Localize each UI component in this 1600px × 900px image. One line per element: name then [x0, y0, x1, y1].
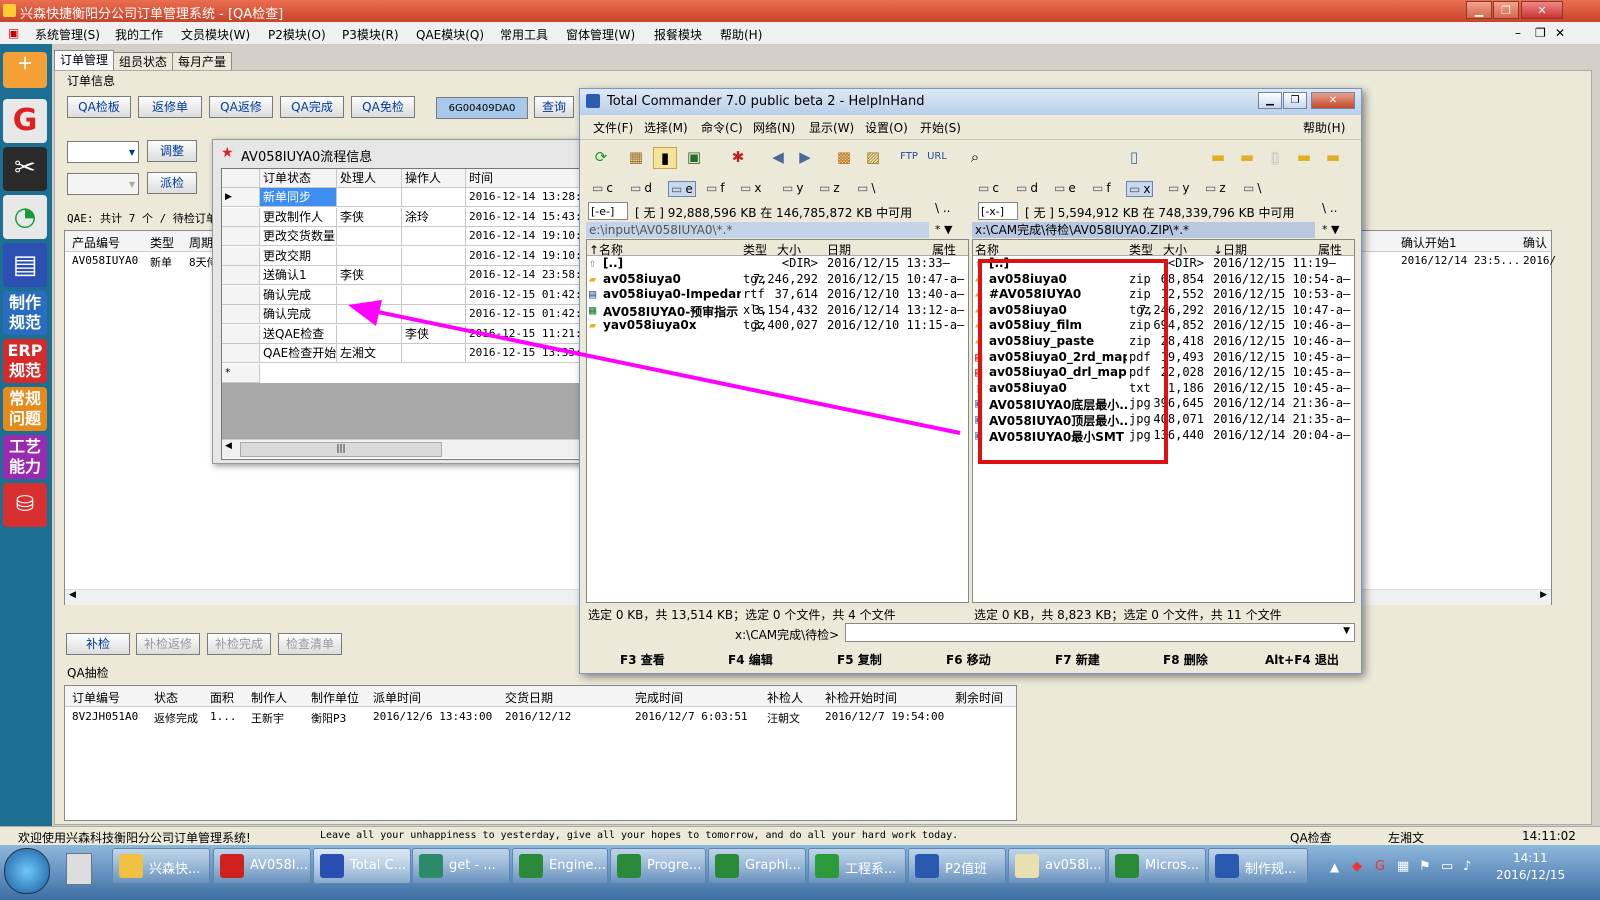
app-icon [815, 854, 839, 878]
taskbar-item[interactable]: Graphi... [708, 848, 806, 884]
taskbar-item[interactable]: 制作规... [1208, 848, 1308, 884]
taskbar-item-label: 制作规... [1245, 862, 1297, 877]
app-icon [1215, 854, 1239, 878]
tray-flag-icon[interactable]: ⚑ [1419, 859, 1431, 874]
app-icon [220, 854, 244, 878]
taskbar-item-label: AV058I... [250, 858, 308, 873]
clock-date[interactable]: 2016/12/15 [1496, 868, 1565, 882]
taskbar-item-label: P2值班 [945, 862, 988, 877]
annotation-overlay [348, 259, 1168, 464]
app-icon [915, 854, 939, 878]
app-icon [1015, 854, 1039, 878]
app-icon [617, 854, 641, 878]
app-icon [419, 854, 443, 878]
taskbar-item-label: Total C... [350, 858, 406, 873]
tray-g-icon[interactable]: G [1375, 859, 1385, 874]
tray-app-icon[interactable]: ◆ [1352, 859, 1362, 874]
taskbar-item-label: Graphi... [745, 858, 801, 873]
taskbar-item[interactable]: get - ... [412, 848, 510, 884]
motto-text: Leave all your unhappiness to yesterday,… [320, 830, 959, 841]
taskbar-item[interactable]: AV058I... [213, 848, 311, 884]
taskbar-item-label: Micros... [1145, 858, 1200, 873]
taskbar: 兴森快... AV058I... Total C... get - ... Engine… [0, 845, 1600, 900]
status-bar: 欢迎使用兴森科技衡阳分公司订单管理系统! Leave all your unha… [0, 826, 1600, 846]
status-module: QA检查 [1290, 831, 1332, 845]
taskbar-item-label: av058i... [1045, 858, 1102, 873]
taskbar-item-label: 兴森快... [149, 862, 201, 877]
taskbar-item[interactable]: Micros... [1108, 848, 1206, 884]
app-icon [320, 854, 344, 878]
taskbar-item[interactable]: av058i... [1008, 848, 1106, 884]
tray-network-icon[interactable]: ▦ [1397, 859, 1409, 874]
tray-volume-icon[interactable]: ♪ [1463, 859, 1471, 874]
app-icon [519, 854, 543, 878]
app-icon [119, 854, 143, 878]
calculator-icon[interactable] [66, 853, 92, 885]
status-user: 左湘文 [1388, 831, 1425, 845]
start-button[interactable] [4, 848, 50, 894]
taskbar-item-label: get - ... [449, 858, 496, 873]
taskbar-item[interactable]: Total C... [313, 848, 411, 884]
taskbar-item[interactable]: P2值班 [908, 848, 1006, 884]
app-icon [1115, 854, 1139, 878]
tray-expand-icon[interactable]: ▲ [1330, 860, 1339, 874]
annotation-arrow-line [377, 310, 961, 435]
welcome-text: 欢迎使用兴森科技衡阳分公司订单管理系统! [18, 831, 251, 845]
taskbar-item[interactable]: Engine... [512, 848, 608, 884]
clock-time[interactable]: 14:11 [1513, 851, 1548, 865]
taskbar-item-label: Progre... [647, 858, 702, 873]
status-time: 14:11:02 [1522, 829, 1576, 843]
highlight-box [978, 259, 1168, 464]
app-icon [715, 854, 739, 878]
taskbar-item-label: 工程系... [845, 862, 897, 877]
taskbar-item[interactable]: 工程系... [808, 848, 906, 884]
taskbar-item-label: Engine... [549, 858, 606, 873]
annotation-arrow-head [348, 300, 382, 326]
tray-monitor-icon[interactable]: ▭ [1441, 859, 1453, 874]
taskbar-item[interactable]: 兴森快... [112, 848, 210, 884]
taskbar-item[interactable]: Progre... [610, 848, 706, 884]
